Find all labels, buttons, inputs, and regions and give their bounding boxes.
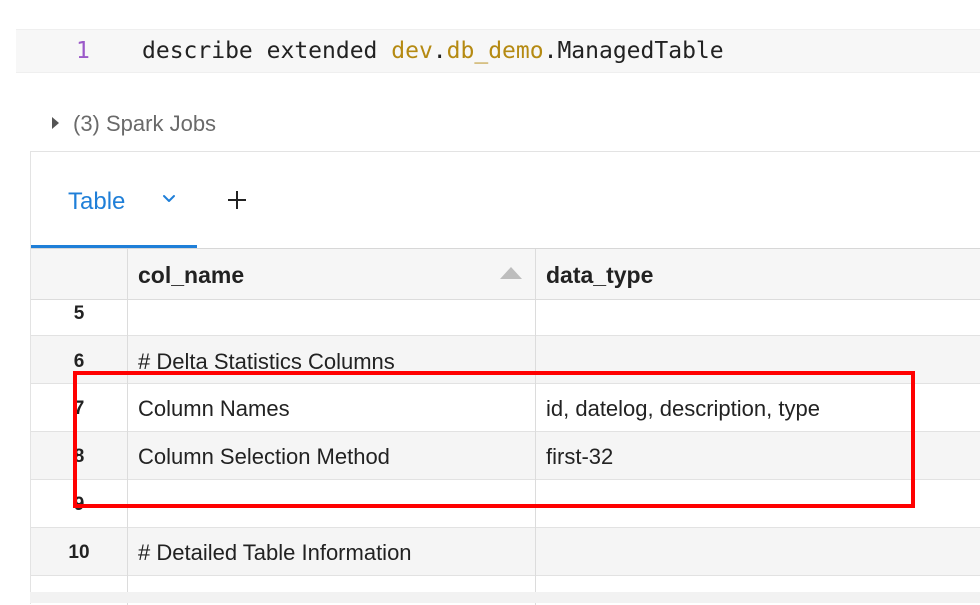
row-index: 9 — [73, 494, 85, 515]
code-token-database: dev — [391, 38, 433, 64]
table-row: 7 Column Names id, datelog, description,… — [31, 384, 980, 432]
table-row: 6 # Delta Statistics Columns — [31, 336, 980, 384]
row-index: 5 — [73, 303, 85, 324]
result-panel: Table col_name data_type 5 6 # Delta Sta… — [30, 151, 980, 605]
tab-label: Table — [68, 188, 126, 215]
row-index: 6 — [73, 351, 85, 372]
horizontal-scrollbar[interactable] — [30, 592, 980, 603]
row-col-name[interactable]: # Detailed Table Information — [138, 528, 412, 578]
row-col-name[interactable]: Column Names — [138, 384, 290, 434]
row-col-name[interactable]: Column Selection Method — [138, 432, 390, 482]
header-index — [31, 249, 127, 299]
row-data-type[interactable]: first-32 — [546, 432, 613, 482]
code-token-dot: . — [432, 38, 447, 64]
code-token-schema: db_demo — [446, 38, 544, 64]
results-table: col_name data_type 5 6 # Delta Statistic… — [31, 248, 980, 605]
table-header-row: col_name data_type — [31, 249, 980, 300]
code-cell[interactable]: 1 describe extended dev.db_demo.ManagedT… — [16, 29, 980, 73]
chevron-down-icon[interactable] — [162, 192, 176, 206]
table-row: 8 Column Selection Method first-32 — [31, 432, 980, 480]
table-row: 10 # Detailed Table Information — [31, 528, 980, 576]
table-row: 5 — [31, 300, 980, 336]
code-line[interactable]: describe extended dev.db_demo.ManagedTab… — [142, 30, 724, 72]
row-index: 8 — [73, 446, 85, 467]
caret-right-icon — [52, 117, 59, 130]
table-row: 9 — [31, 480, 980, 528]
sort-asc-icon[interactable] — [499, 266, 523, 280]
row-index: 7 — [73, 398, 85, 419]
spark-jobs-label: (3) Spark Jobs — [73, 111, 217, 136]
header-data-type[interactable]: data_type — [546, 249, 653, 299]
code-token-table: .ManagedTable — [543, 38, 724, 64]
header-col-name[interactable]: col_name — [138, 249, 244, 299]
column-divider[interactable] — [535, 249, 536, 605]
result-tab-bar: Table — [31, 152, 980, 248]
spark-jobs-toggle[interactable]: (3) Spark Jobs — [52, 110, 216, 138]
code-token-keyword: describe extended — [142, 38, 392, 64]
row-col-name[interactable]: # Delta Statistics Columns — [138, 336, 395, 388]
row-data-type[interactable]: id, datelog, description, type — [546, 384, 820, 434]
column-divider[interactable] — [127, 249, 128, 605]
add-tab-icon[interactable] — [225, 188, 249, 212]
row-index: 10 — [68, 542, 90, 563]
tab-table[interactable]: Table — [31, 152, 197, 248]
line-number: 1 — [76, 38, 90, 64]
